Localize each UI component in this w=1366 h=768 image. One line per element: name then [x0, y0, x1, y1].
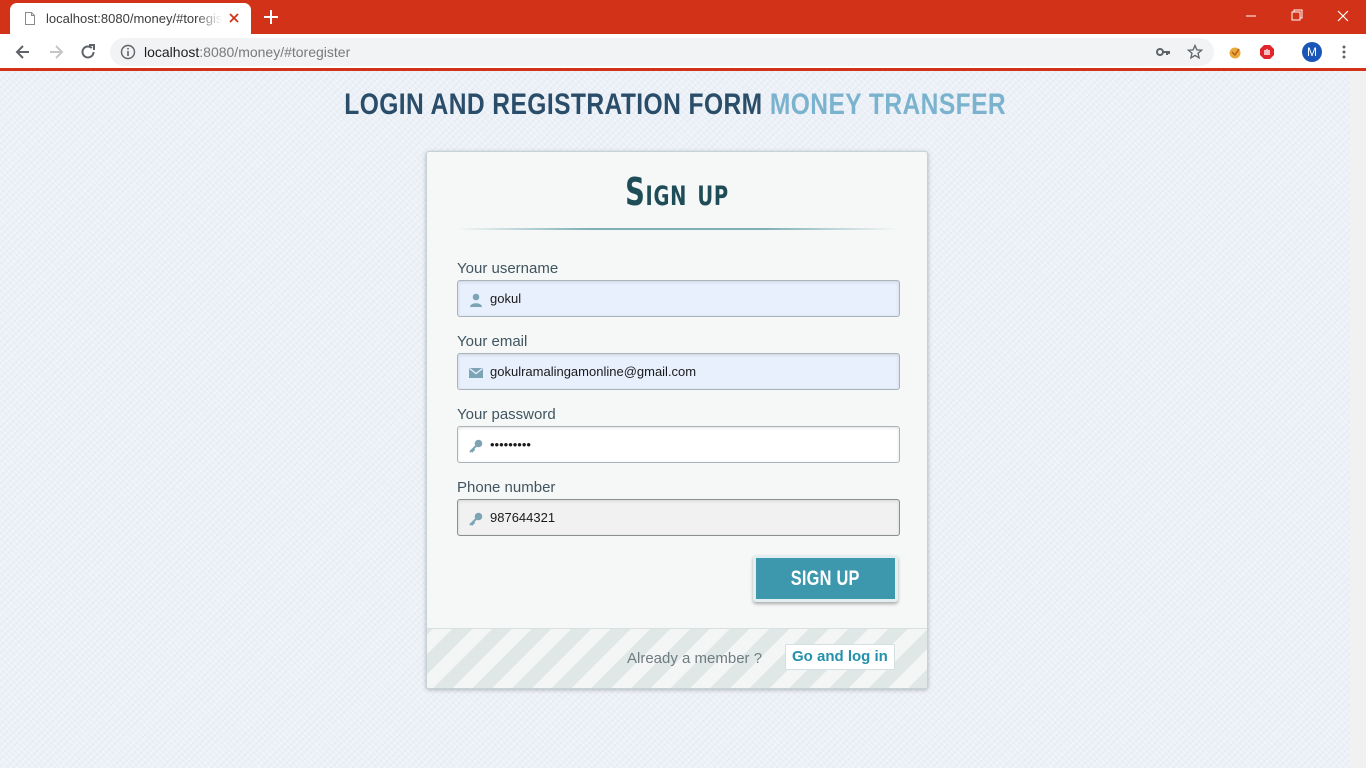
mail-icon	[469, 367, 483, 378]
profile-avatar[interactable]: M	[1302, 42, 1322, 62]
browser-tab[interactable]: localhost:8080/money/#toregister	[10, 3, 251, 34]
browser-toolbar: localhost:8080/money/#toregister M	[0, 34, 1366, 71]
minimize-icon[interactable]	[1240, 6, 1262, 26]
site-info-icon[interactable]	[120, 44, 136, 60]
phone-label: Phone number	[457, 479, 556, 496]
go-login-link[interactable]: Go and log in	[785, 644, 895, 670]
phone-input[interactable]: 987644321	[457, 499, 900, 536]
email-input[interactable]: gokulramalingamonline@gmail.com	[457, 353, 900, 390]
key-icon	[469, 439, 483, 453]
page-icon	[25, 12, 35, 25]
browser-titlebar: localhost:8080/money/#toregister	[0, 0, 1366, 34]
new-tab-icon[interactable]	[262, 8, 280, 26]
page-scrollbar[interactable]	[1350, 71, 1366, 768]
key-icon[interactable]	[1155, 44, 1171, 60]
menu-icon[interactable]	[1336, 44, 1352, 60]
star-icon[interactable]	[1187, 44, 1203, 60]
url-text: localhost:8080/money/#toregister	[144, 44, 350, 60]
email-value: gokulramalingamonline@gmail.com	[490, 364, 697, 379]
password-input[interactable]: •••••••••	[457, 426, 900, 463]
username-label: Your username	[457, 260, 559, 277]
restore-icon[interactable]	[1286, 6, 1308, 26]
heading-main: LOGIN AND REGISTRATION FORM	[344, 88, 763, 121]
forward-arrow-icon[interactable]	[46, 42, 66, 62]
password-value: •••••••••	[490, 437, 531, 452]
title-divider	[457, 228, 897, 230]
signup-button[interactable]: SIGN UP	[753, 555, 898, 602]
close-tab-icon[interactable]	[228, 12, 240, 24]
phone-value: 987644321	[490, 510, 556, 525]
password-label: Your password	[457, 406, 556, 423]
address-bar[interactable]: localhost:8080/money/#toregister	[110, 38, 1214, 66]
key-icon	[469, 512, 483, 526]
page-background: LOGIN AND REGISTRATION FORM MONEY TRANSF…	[0, 71, 1350, 768]
email-label: Your email	[457, 333, 528, 350]
heading-accent: MONEY TRANSFER	[769, 88, 1007, 121]
close-window-icon[interactable]	[1332, 6, 1354, 26]
tab-title: localhost:8080/money/#toregister	[46, 11, 222, 26]
url-host: localhost	[144, 44, 200, 60]
signup-button-label: SIGN UP	[790, 567, 860, 590]
reload-icon[interactable]	[78, 42, 98, 62]
url-path: :8080/money/#toregister	[199, 44, 351, 60]
back-arrow-icon[interactable]	[13, 42, 33, 62]
already-member-text: Already a member ?	[627, 650, 763, 667]
card-footer: Already a member ? Go and log in	[427, 628, 927, 688]
extension-money-icon[interactable]	[1227, 44, 1243, 60]
username-value: gokul	[490, 291, 522, 306]
extension-block-icon[interactable]	[1259, 44, 1275, 60]
username-input[interactable]: gokul	[457, 280, 900, 317]
page-heading: LOGIN AND REGISTRATION FORM MONEY TRANSF…	[122, 88, 1229, 122]
form-title: Sign up	[625, 170, 729, 214]
user-icon	[470, 293, 482, 307]
signup-card: Sign up Your username gokul Your email g…	[426, 151, 928, 689]
